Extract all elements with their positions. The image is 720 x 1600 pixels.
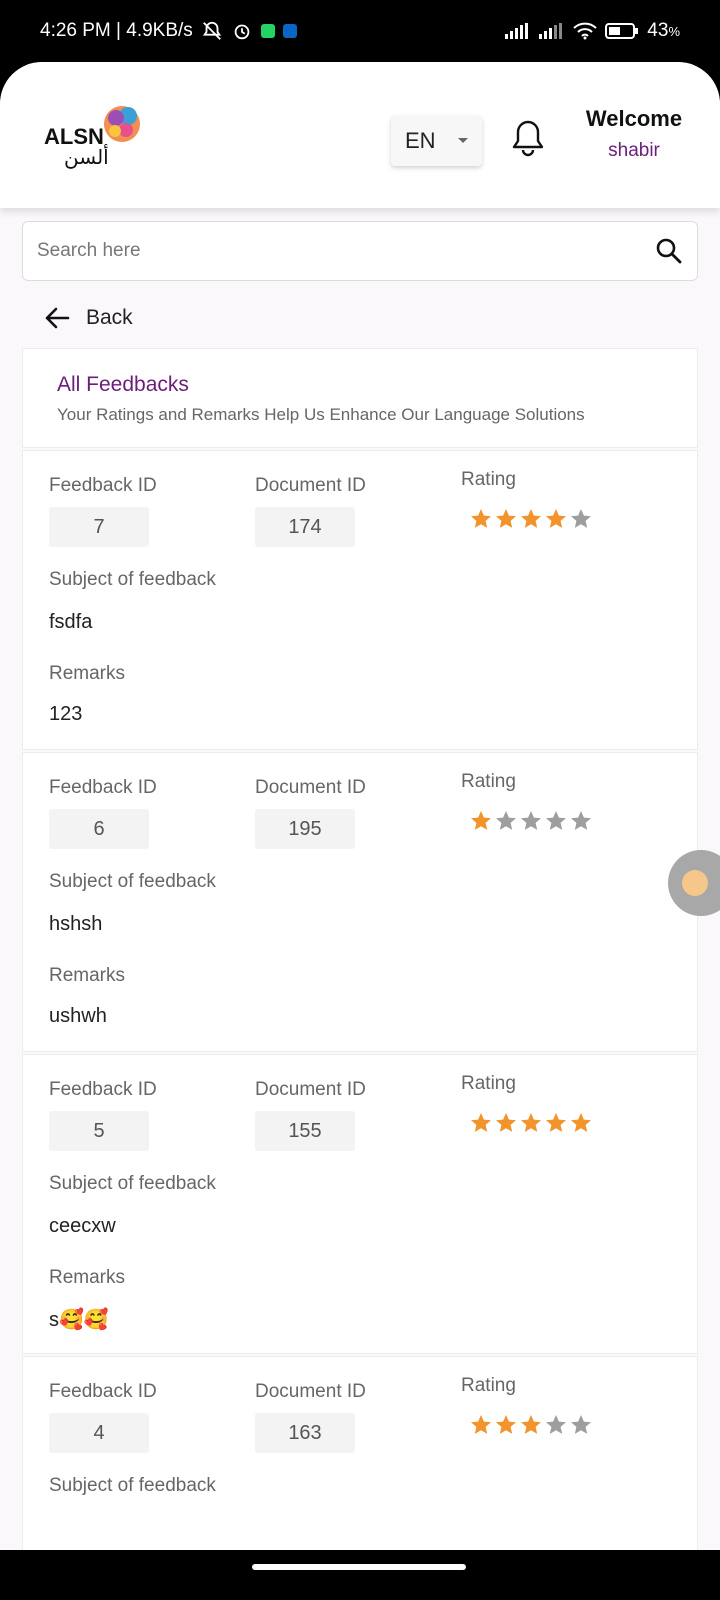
star-filled-icon	[496, 1113, 516, 1132]
system-nav-bar	[0, 1550, 720, 1600]
feedback-card[interactable]: Feedback ID Document ID Rating 4 163 Subject …	[22, 1356, 698, 1550]
rating-stars	[469, 1111, 593, 1135]
feedback-id-label: Feedback ID	[49, 1079, 157, 1100]
remarks-value: s🥰🥰	[49, 1309, 109, 1331]
document-id-value: 163	[255, 1413, 355, 1453]
feedback-card[interactable]: Feedback ID Document ID Rating 7 174 Subject …	[22, 450, 698, 750]
remarks-label: Remarks	[49, 965, 126, 986]
search-bar	[22, 221, 698, 281]
document-id-label: Document ID	[255, 777, 366, 798]
feedback-id-label: Feedback ID	[49, 475, 157, 496]
linkedin-icon	[282, 24, 297, 38]
document-id-label: Document ID	[255, 1381, 366, 1402]
star-empty-icon	[496, 811, 516, 830]
search-input[interactable]	[37, 240, 655, 262]
signal-2-icon	[539, 23, 565, 39]
star-empty-icon	[546, 811, 566, 830]
rating-stars	[469, 809, 593, 833]
app-screen: ALSN ألسن EN Welcome shabir B	[0, 62, 720, 1550]
language-select[interactable]: EN	[391, 116, 482, 166]
logo-arabic: ألسن	[64, 144, 109, 169]
star-filled-icon	[471, 1415, 491, 1434]
back-label: Back	[86, 306, 133, 329]
wifi-icon	[573, 22, 597, 40]
star-filled-icon	[496, 509, 516, 528]
feedback-id-value: 7	[49, 507, 149, 547]
welcome-block: Welcome shabir	[564, 106, 704, 162]
star-filled-icon	[521, 1415, 541, 1434]
feedback-id-label: Feedback ID	[49, 777, 157, 798]
star-filled-icon	[521, 509, 541, 528]
star-filled-icon	[571, 1113, 591, 1132]
star-filled-icon	[471, 1113, 491, 1132]
battery-level: 43%	[647, 20, 680, 41]
star-empty-icon	[571, 509, 591, 528]
welcome-title: Welcome	[585, 106, 683, 131]
document-id-label: Document ID	[255, 1079, 366, 1100]
app-header: ALSN ألسن EN Welcome shabir	[0, 62, 720, 208]
remarks-value: 123	[49, 703, 83, 725]
rating-label: Rating	[461, 1375, 516, 1396]
caret-down-icon	[458, 138, 468, 143]
feedback-card[interactable]: Feedback ID Document ID Rating 6 195 Subject …	[22, 752, 698, 1052]
remarks-value: ushwh	[49, 1005, 107, 1027]
star-filled-icon	[546, 509, 566, 528]
feedback-id-value: 4	[49, 1413, 149, 1453]
star-empty-icon	[546, 1415, 566, 1434]
star-empty-icon	[571, 811, 591, 830]
rating-stars	[469, 507, 593, 531]
whatsapp-icon	[260, 24, 275, 38]
silent-alarm-icon	[201, 20, 223, 42]
bell-icon[interactable]	[510, 118, 546, 158]
star-filled-icon	[471, 509, 491, 528]
document-id-value: 195	[255, 809, 355, 849]
username[interactable]: shabir	[564, 140, 704, 162]
feedback-id-label: Feedback ID	[49, 1381, 157, 1402]
alarm-clock-icon	[231, 20, 253, 42]
signal-icon	[505, 23, 531, 39]
subject-value: fsdfa	[49, 611, 93, 633]
arrow-left-icon	[45, 307, 70, 329]
subject-label: Subject of feedback	[49, 1475, 216, 1496]
rating-label: Rating	[461, 771, 516, 792]
feedbacks-header-card: All Feedbacks Your Ratings and Remarks H…	[22, 348, 698, 448]
star-filled-icon	[521, 1113, 541, 1132]
rating-stars	[469, 1413, 593, 1437]
subject-value: hshsh	[49, 913, 103, 935]
subject-label: Subject of feedback	[49, 569, 216, 590]
rating-label: Rating	[461, 1073, 516, 1094]
document-id-value: 174	[255, 507, 355, 547]
chat-bubble-icon	[682, 870, 708, 896]
document-id-label: Document ID	[255, 475, 366, 496]
star-empty-icon	[571, 1415, 591, 1434]
back-button[interactable]: Back	[44, 298, 133, 338]
feedback-card[interactable]: Feedback ID Document ID Rating 5 155 Subject …	[22, 1054, 698, 1354]
remarks-label: Remarks	[49, 663, 126, 684]
remarks-label: Remarks	[49, 1267, 126, 1288]
subject-label: Subject of feedback	[49, 871, 216, 892]
document-id-value: 155	[255, 1111, 355, 1151]
feedback-id-value: 6	[49, 809, 149, 849]
star-filled-icon	[546, 1113, 566, 1132]
page-subtitle: Your Ratings and Remarks Help Us Enhance…	[57, 405, 585, 424]
feedback-id-value: 5	[49, 1111, 149, 1151]
subject-value: ceecxw	[49, 1215, 116, 1237]
search-icon[interactable]	[655, 237, 683, 265]
battery-icon	[605, 22, 639, 40]
subject-label: Subject of feedback	[49, 1173, 216, 1194]
home-gesture-handle[interactable]	[252, 1564, 466, 1570]
status-time: 4:26 PM | 4.9KB/s	[40, 20, 193, 41]
page-title: All Feedbacks	[57, 373, 189, 396]
star-filled-icon	[471, 811, 491, 830]
status-bar: 4:26 PM | 4.9KB/s 43%	[0, 0, 720, 70]
star-empty-icon	[521, 811, 541, 830]
star-filled-icon	[496, 1415, 516, 1434]
language-value: EN	[405, 128, 436, 153]
alsn-logo[interactable]: ALSN ألسن	[42, 102, 152, 172]
rating-label: Rating	[461, 469, 516, 490]
